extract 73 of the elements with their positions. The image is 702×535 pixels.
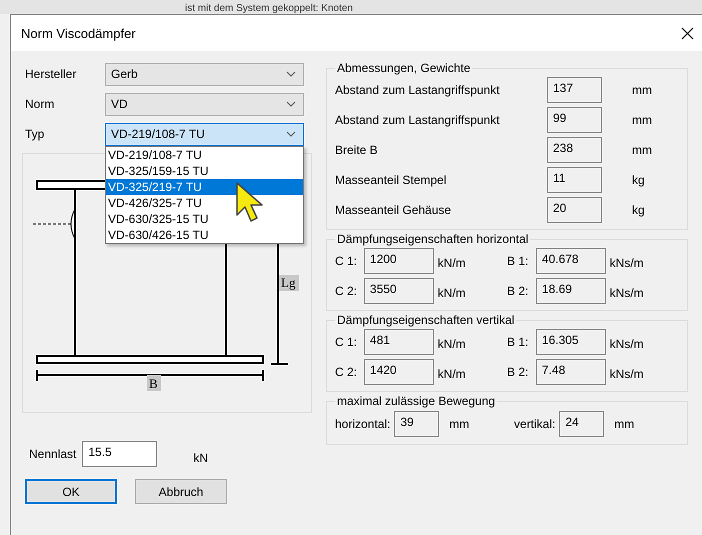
chevron-down-icon — [286, 71, 296, 77]
unit-label: mm — [448, 417, 470, 431]
field-label: Abstand zum Lastangriffspunkt — [335, 83, 501, 97]
dropdown-option[interactable]: VD-630/325-15 TU — [106, 211, 303, 227]
value-field: 99 — [547, 107, 602, 133]
value-field: 40.678 — [536, 248, 606, 274]
unit-label: kN — [193, 450, 208, 465]
unit-label: mm — [632, 113, 652, 127]
unit-label: kNs/m — [608, 255, 645, 270]
field-label: B 2: — [507, 284, 530, 298]
unit-label: kg — [632, 173, 645, 187]
close-icon[interactable] — [681, 26, 694, 40]
field-label: C 1: — [335, 254, 358, 268]
unit-label: kNs/m — [608, 336, 645, 351]
unit-label: kN/m — [436, 366, 467, 381]
value-field: 481 — [364, 329, 434, 355]
field-label: Abstand zum Lastangriffspunkt — [335, 113, 501, 127]
value-field: 3550 — [364, 278, 434, 304]
field-label: horizontal: — [335, 417, 390, 431]
field-label: vertikal: — [514, 417, 556, 431]
cursor-icon — [234, 181, 264, 223]
value-field: 7.48 — [536, 359, 606, 385]
input-field[interactable]: 15.5 — [82, 441, 158, 467]
group-title: maximal zulässige Bewegung — [336, 394, 496, 408]
unit-label: kNs/m — [608, 285, 645, 300]
field-label: C 2: — [335, 284, 358, 298]
dropdown-option[interactable]: VD-219/108-7 TU — [106, 147, 303, 163]
group-title: Dämpfungseigenschaften horizontal — [336, 232, 530, 246]
group-title: Abmessungen, Gewichte — [336, 61, 472, 75]
value-field: 20 — [547, 197, 602, 223]
window-title: Norm Viscodämpfer — [21, 26, 136, 40]
background-text: ist mit dem System gekoppelt: Knoten — [185, 3, 353, 14]
field-label: Nennlast — [29, 447, 76, 461]
unit-label: kNs/m — [608, 366, 645, 381]
value-field: 1420 — [364, 359, 434, 385]
dropdown[interactable]: VD — [105, 92, 304, 116]
chevron-down-icon — [286, 101, 296, 107]
unit-label: mm — [613, 417, 636, 431]
field-label: Norm — [25, 97, 56, 111]
unit-label: kg — [632, 203, 645, 217]
field-label: Masseanteil Stempel — [335, 173, 448, 187]
unit-label: mm — [632, 143, 652, 157]
unit-label: kN/m — [436, 255, 467, 270]
value-field: 238 — [547, 137, 602, 163]
value-field: 39 — [394, 411, 440, 437]
dropdown[interactable]: Gerb — [105, 62, 304, 86]
value-field: 24 — [559, 411, 604, 437]
unit-label: kN/m — [436, 336, 467, 351]
field-label: C 2: — [335, 365, 358, 379]
field-label: Breite B — [335, 143, 379, 157]
chevron-down-icon — [286, 131, 296, 137]
field-label: Masseanteil Gehäuse — [335, 203, 452, 217]
dropdown-option[interactable]: VD-630/426-15 TU — [106, 227, 303, 243]
value-field: 16.305 — [536, 329, 606, 355]
dropdown-option[interactable]: VD-325/159-15 TU — [106, 163, 303, 179]
group-title: Dämpfungseigenschaften vertikal — [336, 313, 516, 327]
field-label: Hersteller — [25, 67, 78, 81]
unit-label: mm — [632, 83, 652, 97]
field-label: C 1: — [335, 335, 358, 349]
value-field: 18.69 — [536, 278, 606, 304]
value-field: 1200 — [364, 248, 434, 274]
dropdown-option[interactable]: VD-325/219-7 TU — [106, 179, 303, 195]
value-field: 11 — [547, 167, 602, 193]
value-field: 137 — [547, 77, 602, 103]
dropdown[interactable]: VD-219/108-7 TU — [105, 122, 304, 146]
field-label: Typ — [25, 127, 46, 141]
field-label: B 2: — [507, 365, 530, 379]
dialog-button[interactable]: OK — [25, 479, 117, 504]
dialog-button[interactable]: Abbruch — [135, 479, 227, 504]
field-label: B 1: — [507, 335, 530, 349]
field-label: B 1: — [507, 254, 530, 268]
dropdown-option[interactable]: VD-426/325-7 TU — [106, 195, 303, 211]
unit-label: kN/m — [436, 285, 467, 300]
